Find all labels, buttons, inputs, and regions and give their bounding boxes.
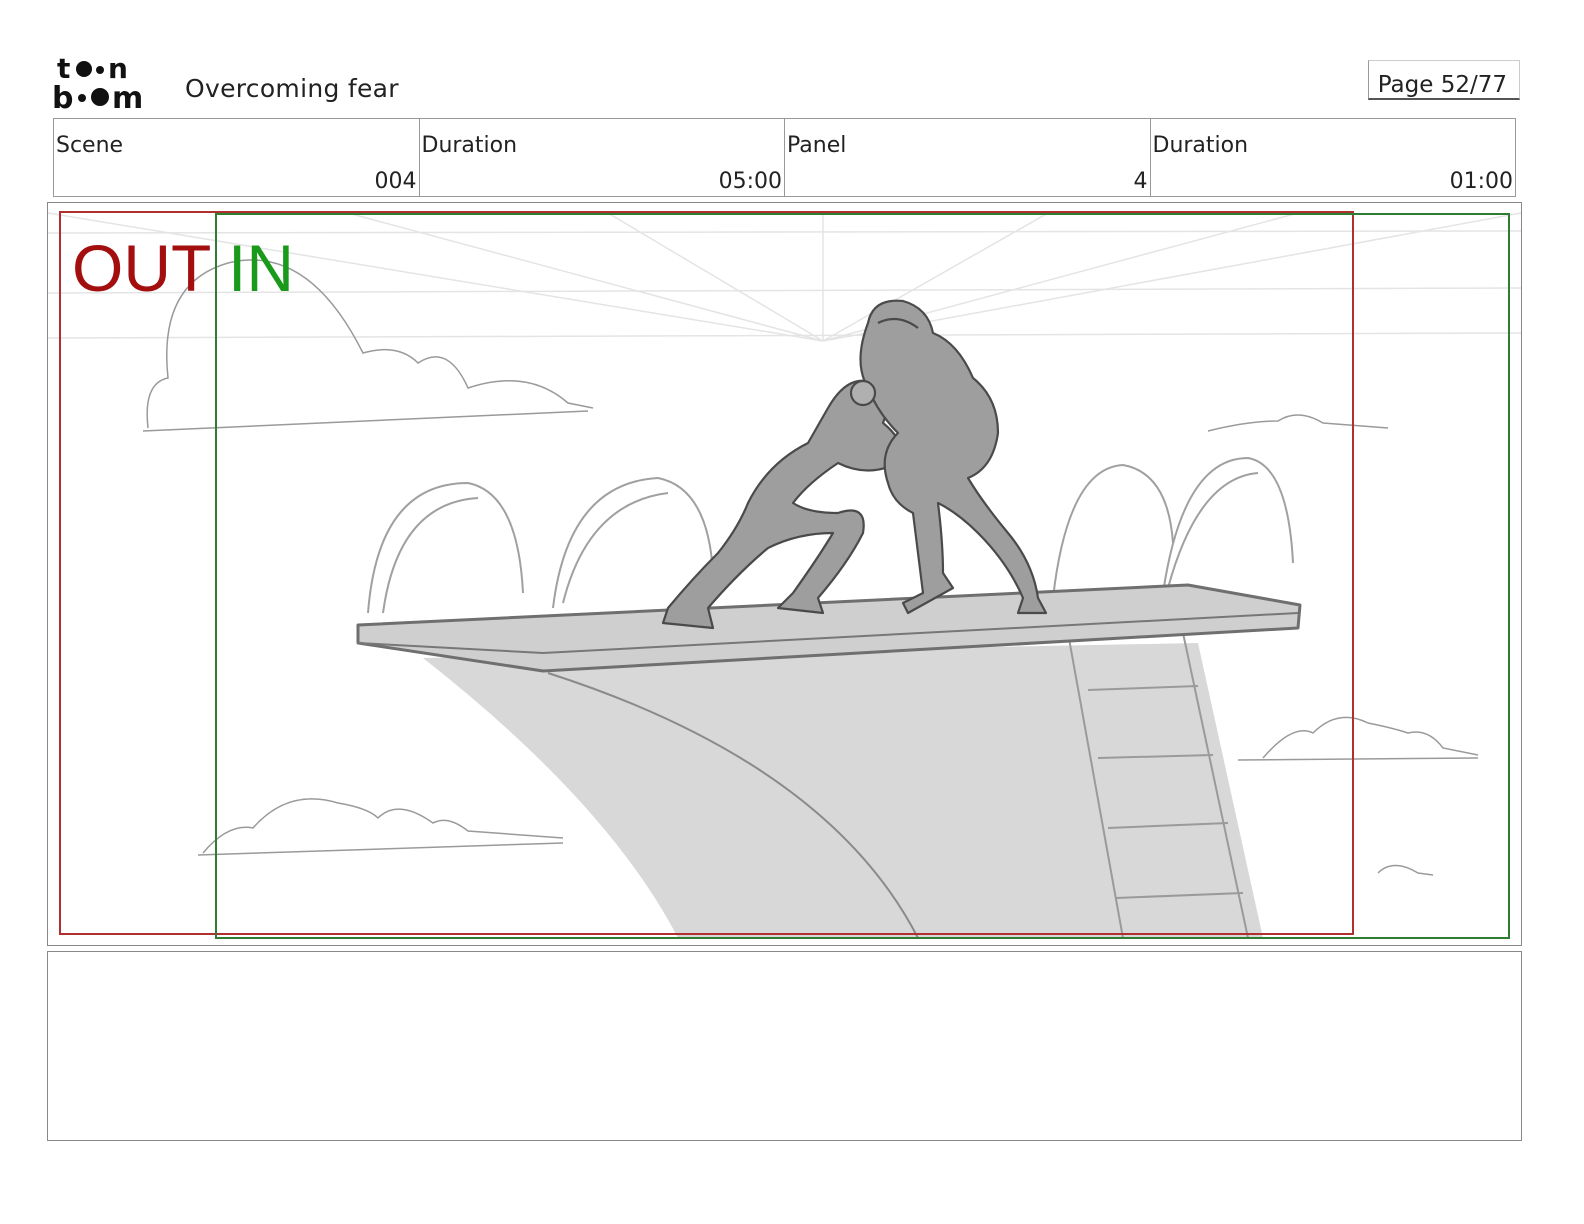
figure-right	[859, 299, 1048, 615]
panel-notes-area[interactable]	[47, 951, 1522, 1141]
figure-left	[661, 379, 902, 630]
panel-duration-label: Duration	[1152, 133, 1249, 158]
scene-value: 004	[374, 169, 417, 194]
storyboard-title: Overcoming fear	[185, 74, 399, 103]
panel-duration-cell: Duration 01:00	[1149, 119, 1516, 196]
logo-dot	[91, 88, 109, 106]
page-indicator: Page 52/77	[1368, 60, 1520, 100]
figures	[661, 299, 1048, 630]
logo-dot	[96, 66, 104, 74]
logo-dot	[76, 61, 92, 77]
panel-cell: Panel 4	[784, 119, 1150, 196]
logo-dot	[78, 94, 86, 102]
panel-duration-value: 01:00	[1449, 169, 1513, 194]
storyboard-sketch: OUT IN	[48, 211, 1521, 939]
logo-b-letter: b	[52, 81, 73, 112]
scene-info-table: Scene 004 Duration 05:00 Panel 4 Duratio…	[53, 118, 1516, 197]
panel-label: Panel	[787, 133, 847, 158]
scene-label: Scene	[56, 133, 124, 158]
panel-image-frame: OUT IN	[47, 202, 1522, 946]
in-label: IN	[228, 231, 294, 305]
panel-value: 4	[1133, 169, 1148, 194]
scene-duration-label: Duration	[421, 133, 518, 158]
toonboom-logo: t n b m	[52, 52, 143, 112]
scene-cell: Scene 004	[54, 119, 419, 196]
scene-duration-value: 05:00	[718, 169, 782, 194]
logo-m-letter: m	[112, 81, 143, 112]
scene-duration-cell: Duration 05:00	[418, 119, 785, 196]
figure-left-head	[849, 379, 877, 407]
page-number: Page 52/77	[1377, 72, 1507, 98]
out-label: OUT	[72, 231, 211, 305]
